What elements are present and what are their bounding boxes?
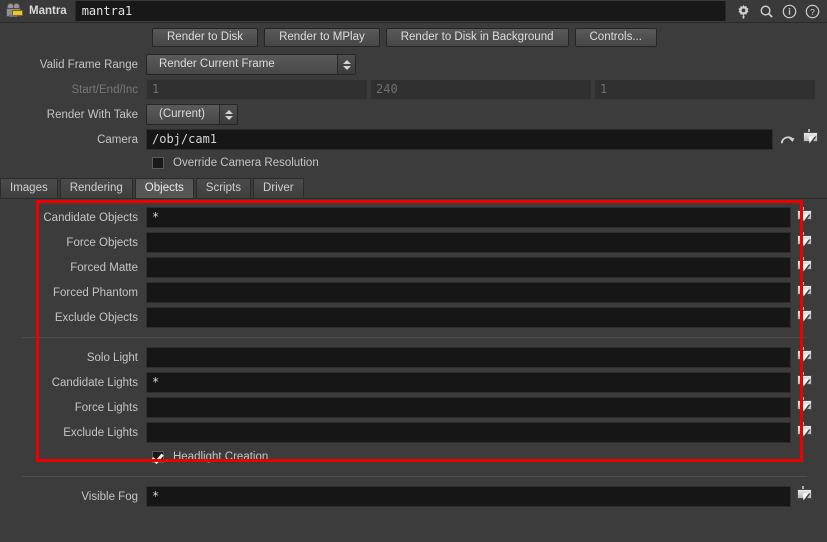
- force-lights-row: Force Lights: [0, 395, 827, 420]
- exclude-lights-label: Exclude Lights: [63, 426, 138, 439]
- render-with-take-value: (Current): [159, 108, 206, 120]
- valid-frame-range-row: Valid Frame Range Render Current Frame: [0, 52, 827, 77]
- operator-chooser-icon[interactable]: [801, 129, 821, 150]
- gear-icon[interactable]: [732, 1, 754, 21]
- tab-driver[interactable]: Driver: [252, 178, 304, 198]
- solo-light-input[interactable]: [146, 347, 791, 368]
- force-objects-row: Force Objects: [0, 230, 827, 255]
- headlight-creation-label: Headlight Creation: [173, 451, 269, 463]
- forced-matte-row: Forced Matte: [0, 255, 827, 280]
- frame-start-input[interactable]: 1: [146, 79, 368, 100]
- candidate-objects-label: Candidate Objects: [43, 211, 138, 224]
- visible-fog-label: Visible Fog: [81, 490, 138, 503]
- operator-chooser-icon[interactable]: [795, 347, 815, 368]
- operator-chooser-icon[interactable]: [795, 257, 815, 278]
- svg-text:?: ?: [810, 6, 815, 16]
- reload-icon[interactable]: [777, 129, 797, 150]
- exclude-objects-label: Exclude Objects: [54, 311, 138, 324]
- headlight-creation-checkbox[interactable]: [152, 451, 164, 463]
- parameter-tab-bar: Images Rendering Objects Scripts Driver: [0, 177, 827, 199]
- forced-matte-input[interactable]: [146, 257, 791, 278]
- render-with-take-menu[interactable]: (Current): [146, 104, 238, 125]
- valid-frame-range-value: Render Current Frame: [159, 58, 275, 70]
- candidate-lights-label: Candidate Lights: [51, 376, 138, 389]
- exclude-lights-input[interactable]: [146, 422, 791, 443]
- valid-frame-range-label: Valid Frame Range: [39, 58, 138, 71]
- operator-chooser-icon[interactable]: [795, 232, 815, 253]
- solo-light-row: Solo Light: [0, 345, 827, 370]
- candidate-objects-row: Candidate Objects *: [0, 205, 827, 230]
- render-with-take-label: Render With Take: [46, 108, 138, 121]
- operator-chooser-icon[interactable]: [795, 372, 815, 393]
- objects-tab-panel: Candidate Objects * Force Objects Forced…: [0, 199, 827, 509]
- operator-chooser-icon[interactable]: [795, 282, 815, 303]
- override-camera-resolution-label: Override Camera Resolution: [173, 157, 319, 169]
- frame-end-input[interactable]: 240: [370, 79, 592, 100]
- operator-chooser-icon[interactable]: [795, 486, 815, 507]
- visible-fog-row: Visible Fog *: [0, 484, 827, 509]
- chevron-updown-icon: [337, 55, 355, 74]
- tab-scripts[interactable]: Scripts: [195, 178, 251, 198]
- solo-light-label: Solo Light: [86, 351, 138, 364]
- render-button-row: Render to Disk Render to MPlay Render to…: [0, 23, 827, 52]
- exclude-objects-row: Exclude Objects: [0, 305, 827, 330]
- chevron-updown-icon: [219, 105, 237, 124]
- start-end-inc-label: Start/End/Inc: [71, 83, 138, 96]
- titlebar-icon-group: ?: [726, 1, 827, 21]
- render-with-take-row: Render With Take (Current): [0, 102, 827, 127]
- camera-label: Camera: [97, 133, 138, 146]
- operator-chooser-icon[interactable]: [795, 422, 815, 443]
- exclude-objects-input[interactable]: [146, 307, 791, 328]
- mantra-node-icon: [4, 2, 24, 20]
- override-camera-resolution-checkbox[interactable]: [152, 157, 164, 169]
- search-icon[interactable]: [755, 1, 777, 21]
- help-icon[interactable]: ?: [801, 1, 823, 21]
- forced-matte-label: Forced Matte: [70, 261, 138, 274]
- section-divider: [22, 337, 807, 338]
- forced-phantom-input[interactable]: [146, 282, 791, 303]
- candidate-lights-row: Candidate Lights *: [0, 370, 827, 395]
- camera-input[interactable]: /obj/cam1: [146, 129, 773, 150]
- camera-row: Camera /obj/cam1: [0, 127, 827, 152]
- render-to-mplay-button[interactable]: Render to MPlay: [264, 28, 380, 47]
- force-objects-input[interactable]: [146, 232, 791, 253]
- candidate-lights-input[interactable]: *: [146, 372, 791, 393]
- force-lights-label: Force Lights: [74, 401, 138, 414]
- tab-objects[interactable]: Objects: [134, 178, 194, 198]
- operator-chooser-icon[interactable]: [795, 207, 815, 228]
- override-camera-resolution-row: Override Camera Resolution: [0, 152, 827, 174]
- forced-phantom-label: Forced Phantom: [52, 286, 138, 299]
- info-icon[interactable]: [778, 1, 800, 21]
- frame-inc-input[interactable]: 1: [594, 79, 816, 100]
- force-lights-input[interactable]: [146, 397, 791, 418]
- operator-chooser-icon[interactable]: [795, 397, 815, 418]
- node-titlebar: Mantra mantra1 ?: [0, 0, 827, 23]
- render-to-disk-background-button[interactable]: Render to Disk in Background: [385, 28, 569, 47]
- candidate-objects-input[interactable]: *: [146, 207, 791, 228]
- tab-images[interactable]: Images: [0, 178, 58, 198]
- render-to-disk-button[interactable]: Render to Disk: [152, 28, 259, 47]
- start-end-inc-row: Start/End/Inc 1 240 1: [0, 77, 827, 102]
- operator-chooser-icon[interactable]: [795, 307, 815, 328]
- tab-rendering[interactable]: Rendering: [59, 178, 133, 198]
- node-name-input[interactable]: mantra1: [74, 1, 726, 21]
- section-divider: [22, 476, 807, 477]
- controls-button[interactable]: Controls...: [574, 28, 657, 47]
- node-type-label: Mantra: [29, 5, 67, 17]
- valid-frame-range-menu[interactable]: Render Current Frame: [146, 54, 356, 75]
- force-objects-label: Force Objects: [66, 236, 138, 249]
- visible-fog-input[interactable]: *: [146, 486, 791, 507]
- headlight-creation-row: Headlight Creation: [0, 445, 827, 469]
- exclude-lights-row: Exclude Lights: [0, 420, 827, 445]
- forced-phantom-row: Forced Phantom: [0, 280, 827, 305]
